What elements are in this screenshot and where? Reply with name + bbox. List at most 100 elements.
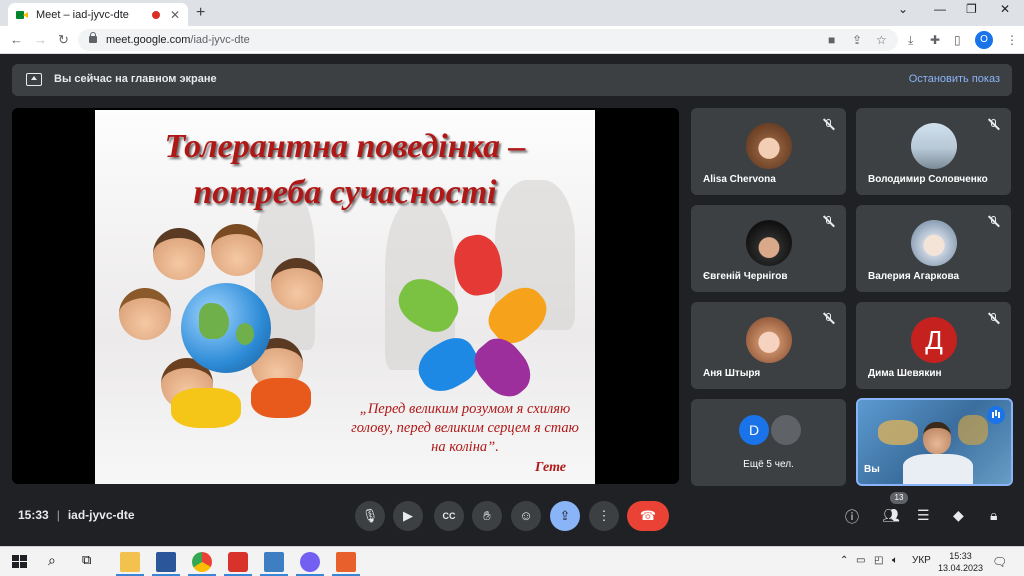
save-app-icon[interactable] bbox=[152, 552, 180, 576]
participant-tile[interactable]: Євгеній Чернігов bbox=[691, 205, 846, 292]
present-screen-icon bbox=[26, 73, 42, 86]
meeting-info: 15:33 | iad-jyvc-dte bbox=[18, 508, 135, 522]
file-explorer-icon[interactable] bbox=[116, 552, 144, 576]
present-button[interactable]: ⇪ bbox=[550, 501, 580, 531]
restore-icon[interactable]: ❐ bbox=[966, 2, 977, 16]
windows-taskbar: ⌕ ⧉ ⌃ ▭ ◰ 🔈︎ УКР 15:33 13.04.2023 🗨︎ bbox=[0, 546, 1024, 576]
camera-button[interactable]: ▶ bbox=[393, 501, 423, 531]
chrome-icon[interactable] bbox=[188, 552, 216, 576]
leave-call-button[interactable]: ☎ bbox=[627, 501, 669, 531]
participant-avatar bbox=[746, 317, 792, 363]
stop-presenting-button[interactable]: Остановить показ bbox=[909, 73, 1000, 85]
presenting-banner: Вы сейчас на главном экране Остановить п… bbox=[12, 64, 1012, 96]
clock-date: 13.04.2023 bbox=[938, 563, 984, 573]
child-face bbox=[271, 258, 323, 310]
profile-avatar[interactable]: O bbox=[975, 31, 993, 49]
forward-arrow-icon[interactable]: → bbox=[34, 32, 47, 47]
presentation-slide: Толерантна поведінка – потреба сучасност… bbox=[95, 110, 595, 484]
slide-quote: „Перед великим розумом я схиляю голову, … bbox=[351, 401, 579, 455]
more-participants-label: Ещё 5 чел. bbox=[743, 459, 794, 470]
browser-tab[interactable]: Meet – iad-jyvc-dte ✕ bbox=[8, 3, 188, 26]
tab-title: Meet – iad-jyvc-dte bbox=[36, 8, 129, 21]
browser-tab-strip: Meet – iad-jyvc-dte ✕ + ⌄ — ❐ ✕ bbox=[0, 0, 1024, 26]
participant-name: Дима Шевякин bbox=[868, 368, 942, 379]
meeting-details-info-icon[interactable]: ⓘ bbox=[845, 507, 859, 527]
slide-title-line-2: потреба сучасності bbox=[193, 174, 497, 211]
microphone-icon: 🎙︎ bbox=[361, 508, 379, 523]
purple-hand bbox=[466, 330, 540, 406]
more-participants-tile[interactable]: D Ещё 5 чел. bbox=[691, 399, 846, 486]
end-call-icon: ☎ bbox=[639, 508, 657, 523]
viber-icon[interactable] bbox=[296, 552, 324, 576]
battery-icon[interactable]: ▭ bbox=[856, 555, 865, 566]
new-tab-button[interactable]: + bbox=[196, 4, 205, 22]
captions-button[interactable]: CC bbox=[434, 501, 464, 531]
more-avatar-photo bbox=[771, 415, 801, 445]
bookmark-star-icon[interactable]: ☆ bbox=[876, 33, 887, 47]
download-icon[interactable]: ⤓ bbox=[908, 33, 913, 48]
self-shirt bbox=[903, 454, 973, 484]
more-avatar-initial: D bbox=[739, 415, 769, 445]
map-continent bbox=[878, 420, 918, 445]
self-view-label: Вы bbox=[864, 464, 880, 475]
media-player-icon[interactable] bbox=[332, 552, 360, 576]
browser-menu-icon[interactable]: ⋮ bbox=[1006, 33, 1018, 47]
child-face bbox=[153, 228, 205, 280]
participant-tile[interactable]: Валерия Агаркова bbox=[856, 205, 1011, 292]
side-panel-icon[interactable]: ▯ bbox=[954, 33, 961, 47]
notifications-icon[interactable]: 🗨︎ bbox=[992, 555, 1007, 569]
share-icon[interactable]: ⇪ bbox=[852, 33, 862, 47]
meeting-info-separator: | bbox=[56, 508, 60, 522]
tray-chevron-icon[interactable]: ⌃ bbox=[840, 555, 848, 566]
url-host: meet.google.com bbox=[106, 34, 191, 46]
more-options-button[interactable]: ⋮ bbox=[589, 501, 619, 531]
lock-icon bbox=[89, 32, 97, 43]
host-controls-lock-icon[interactable]: 🔒︎ bbox=[990, 507, 997, 524]
participant-tile[interactable]: Володимир Соловченко bbox=[856, 108, 1011, 195]
mic-off-icon bbox=[987, 118, 1001, 132]
participant-initial-avatar: Д bbox=[911, 317, 957, 363]
task-view-icon[interactable]: ⧉ bbox=[82, 552, 102, 572]
photos-app-icon[interactable] bbox=[260, 552, 288, 576]
main-stage: Толерантна поведінка – потреба сучасност… bbox=[12, 108, 679, 484]
windows-start-icon[interactable] bbox=[10, 552, 30, 572]
child-shirt bbox=[251, 378, 311, 418]
meet-favicon-icon bbox=[16, 9, 28, 21]
present-screen-icon: ⇪ bbox=[559, 508, 571, 523]
reload-icon[interactable]: ↻ bbox=[58, 32, 69, 48]
recording-dot-icon bbox=[151, 10, 160, 19]
volume-icon[interactable]: 🔈︎ bbox=[892, 555, 898, 566]
self-view-tile[interactable]: Вы bbox=[856, 398, 1013, 486]
system-clock[interactable]: 15:33 13.04.2023 bbox=[938, 550, 983, 574]
raise-hand-button[interactable]: ✋︎ bbox=[472, 501, 502, 531]
map-continent bbox=[958, 415, 988, 445]
search-icon[interactable]: ⌕ bbox=[48, 552, 68, 572]
tab-search-chevron-icon[interactable]: ⌄ bbox=[898, 2, 908, 16]
camera-indicator-icon[interactable]: ■ bbox=[828, 33, 835, 47]
network-icon[interactable]: ◰ bbox=[874, 555, 883, 566]
participant-tile[interactable]: Д Дима Шевякин bbox=[856, 302, 1011, 389]
participant-tile[interactable]: Аня Штыря bbox=[691, 302, 846, 389]
chat-icon[interactable]: ☰ bbox=[917, 507, 930, 524]
address-bar[interactable]: meet.google.com/iad-jyvc-dte bbox=[78, 29, 898, 51]
screen: Meet – iad-jyvc-dte ✕ + ⌄ — ❐ ✕ ← → ↻ me… bbox=[0, 0, 1024, 576]
participant-tile[interactable]: Alisa Chervona bbox=[691, 108, 846, 195]
minimize-icon[interactable]: — bbox=[934, 2, 946, 16]
close-tab-icon[interactable]: ✕ bbox=[170, 8, 180, 22]
participant-avatar bbox=[746, 123, 792, 169]
back-arrow-icon[interactable]: ← bbox=[10, 32, 23, 47]
people-icon[interactable]: 👥︎ bbox=[882, 507, 900, 524]
reactions-button[interactable]: ☺ bbox=[511, 501, 541, 531]
slide-title-line-1: Толерантна поведінка – bbox=[164, 128, 526, 165]
child-shirt bbox=[171, 388, 241, 428]
extensions-icon[interactable]: ✚ bbox=[930, 33, 940, 47]
more-vert-icon: ⋮ bbox=[597, 508, 611, 523]
vivaldi-icon[interactable] bbox=[224, 552, 252, 576]
close-window-icon[interactable]: ✕ bbox=[1000, 2, 1010, 16]
browser-toolbar: ← → ↻ meet.google.com/iad-jyvc-dte ■ ⇪ ☆… bbox=[0, 26, 1024, 54]
people-count-badge: 13 bbox=[890, 492, 908, 504]
participant-avatar bbox=[746, 220, 792, 266]
input-language[interactable]: УКР bbox=[912, 555, 931, 566]
microphone-button[interactable]: 🎙︎ bbox=[355, 501, 385, 531]
activities-icon[interactable]: ◆ bbox=[953, 507, 964, 524]
